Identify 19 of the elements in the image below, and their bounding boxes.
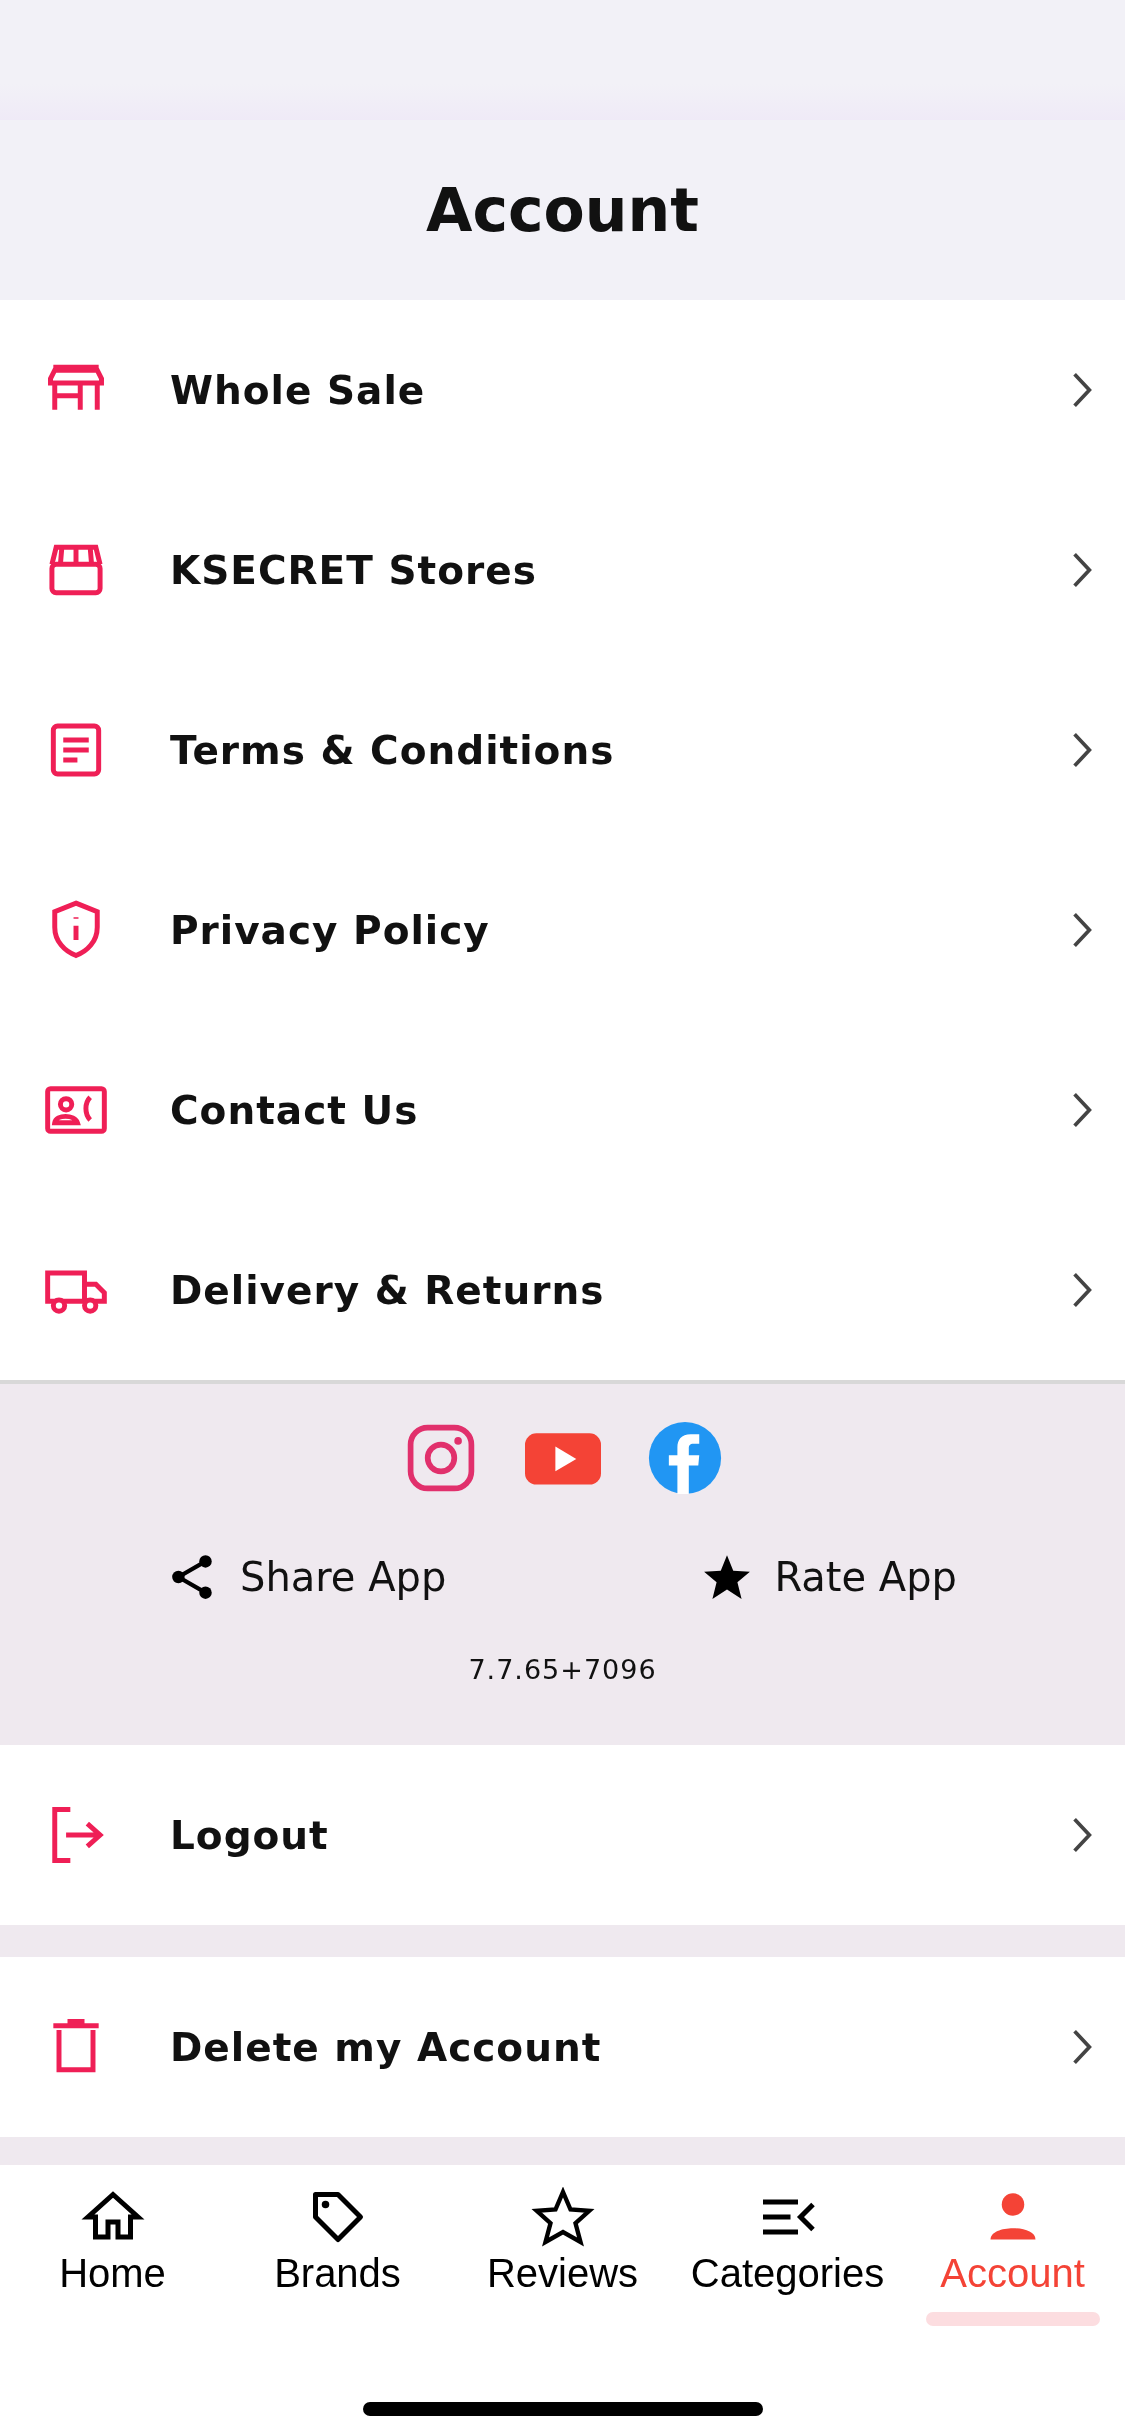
- version-text: 7.7.65+7096: [468, 1654, 657, 1685]
- page-title: Account: [426, 175, 699, 245]
- chevron-right-icon: [1071, 371, 1093, 409]
- star-icon: [529, 2187, 596, 2247]
- rate-app-button[interactable]: Rate App: [694, 1548, 965, 1606]
- chevron-right-icon: [1071, 911, 1093, 949]
- tab[interactable]: Categories: [675, 2187, 900, 2326]
- tab[interactable]: Brands: [225, 2187, 450, 2326]
- tab[interactable]: Home: [0, 2187, 225, 2326]
- tab[interactable]: Account: [900, 2187, 1125, 2326]
- chevron-right-icon: [1071, 551, 1093, 589]
- chevron-right-icon: [1071, 731, 1093, 769]
- share-app-button[interactable]: Share App: [160, 1548, 455, 1606]
- tab[interactable]: Reviews: [450, 2187, 675, 2326]
- chevron-right-icon: [1071, 1091, 1093, 1129]
- chevron-right-icon: [1071, 1816, 1093, 1854]
- facebook-icon[interactable]: [646, 1420, 723, 1496]
- chevron-right-icon: [1071, 1271, 1093, 1309]
- chevron-right-icon: [1071, 2028, 1093, 2066]
